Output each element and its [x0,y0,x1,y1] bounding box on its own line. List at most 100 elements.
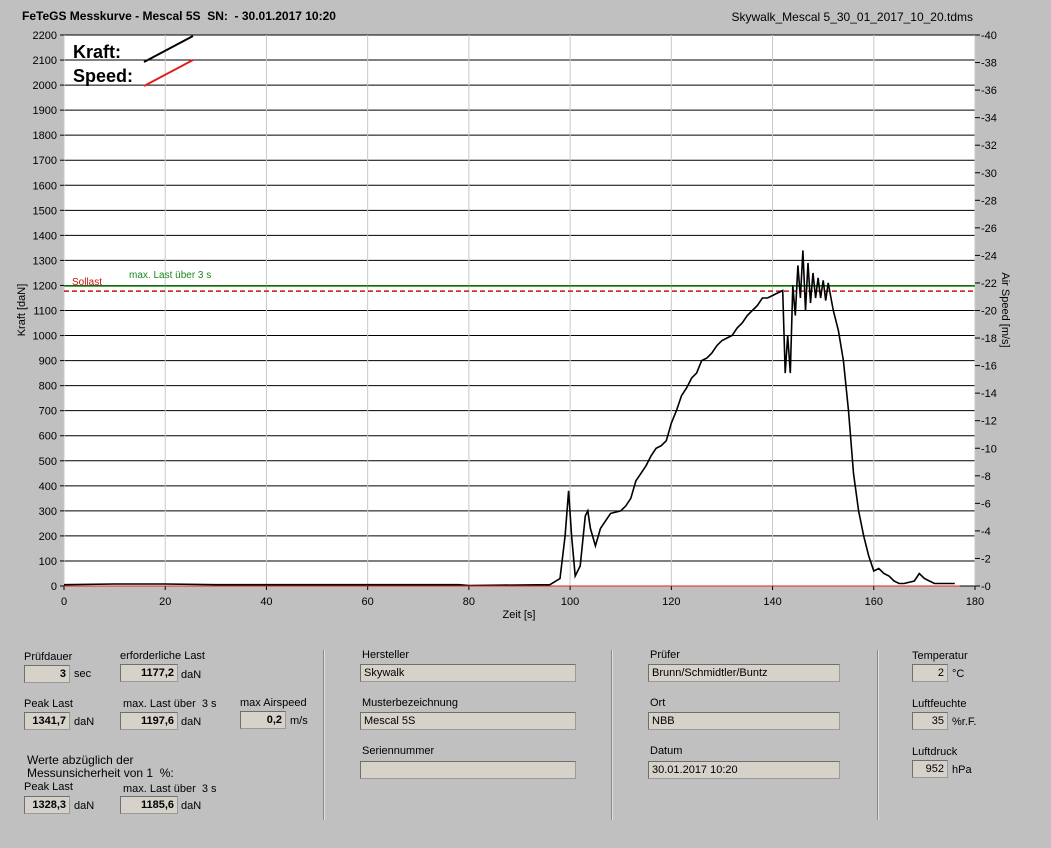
temperatur-label: Temperatur [912,650,968,662]
y-tick-label: 1700 [33,155,57,167]
peak-last-field[interactable]: 1341,7 [24,712,70,730]
panel-separator [877,650,879,820]
y2-tick-label: -8 [981,471,991,483]
x-tick-label: 140 [763,596,781,608]
y-tick-label: 1300 [33,255,57,267]
pruefdauer-field[interactable]: 3 [24,665,70,683]
y2-tick-label: -28 [981,195,997,207]
max-last-field[interactable]: 1197,6 [120,712,178,730]
y-tick-label: 0 [51,581,57,593]
temperatur-field[interactable]: 2 [912,664,948,682]
y-tick-label: 1500 [33,205,57,217]
peak-last-2-unit: daN [74,800,95,812]
max-airspeed-field[interactable]: 0,2 [240,711,286,729]
y2-tick-label: -2 [981,553,991,565]
y-tick-label: 1400 [33,230,57,242]
y2-tick-label: -36 [981,85,997,97]
y2-tick-label: -6 [981,498,991,510]
ort-field[interactable]: NBB [648,712,840,730]
y-tick-label: 100 [39,556,57,568]
pruefdauer-unit: sec [74,668,92,680]
y-tick-label: 300 [39,506,57,518]
panel-separator [611,650,613,820]
hersteller-field[interactable]: Skywalk [360,664,576,682]
muster-label: Musterbezeichnung [362,697,459,709]
x-tick-label: 120 [662,596,680,608]
y-tick-label: 900 [39,356,57,368]
y-tick-label: 1200 [33,280,57,292]
max-last-label: max. Last über 3 s [123,698,217,710]
y-tick-label: 200 [39,531,57,543]
y2-tick-label: -10 [981,443,997,455]
y2-tick-label: -12 [981,416,997,428]
y2-tick-label: -22 [981,278,997,290]
luftfeuchte-field[interactable]: 35 [912,712,948,730]
luftfeuchte-unit: %r.F. [952,716,977,728]
y-tick-label: 800 [39,381,57,393]
y2-tick-label: -40 [981,30,997,42]
y2-tick-label: -4 [981,526,991,538]
x-tick-label: 20 [159,596,171,608]
luftdruck-unit: hPa [952,764,972,776]
datum-field[interactable]: 30.01.2017 10:20 [648,761,840,779]
x-tick-label: 40 [260,596,272,608]
muster-field[interactable]: Mescal 5S [360,712,576,730]
y-tick-label: 2100 [33,55,57,67]
pruefer-field[interactable]: Brunn/Schmidtler/Buntz [648,664,840,682]
y2-tick-label: -38 [981,58,997,70]
x-tick-label: 60 [362,596,374,608]
y-tick-label: 1600 [33,180,57,192]
erf-last-unit: daN [181,669,202,681]
y2-tick-label: -14 [981,388,997,400]
y-tick-label: 500 [39,456,57,468]
y2-axis-label: Air Speed [m/s] [999,272,1011,347]
pruefer-label: Prüfer [650,649,680,661]
y-axis-ticks: 0 100 200 300 400 500 600 700 800 900 1000 1100 1200… [33,30,64,593]
y2-tick-label: -20 [981,306,997,318]
max-airspeed-unit: m/s [290,715,308,727]
max-last-unit: daN [181,716,202,728]
luftdruck-field[interactable]: 952 [912,760,948,778]
werte-note: Werte abzüglich der Messunsicherheit von… [27,753,174,780]
force-speed-chart: 0 20 40 60 80 100 120 140 160 180 0 100 200 300 400 50… [16,30,1011,621]
serien-field[interactable] [360,761,576,779]
y2-tick-label: -16 [981,361,997,373]
y2-tick-label: -32 [981,140,997,152]
luftdruck-label: Luftdruck [912,746,958,758]
y-tick-label: 2200 [33,30,57,42]
y2-tick-label: -26 [981,223,997,235]
y2-tick-label: -0 [981,581,991,593]
y2-tick-label: -30 [981,168,997,180]
datum-label: Datum [650,745,683,757]
y2-axis-ticks: -0 -2 -4 -6 -8 -10 -12 -14 -16 -18 -20 -22 -24 -26 -28… [975,30,997,593]
y-axis-label: Kraft [daN] [16,284,28,337]
erf-last-field[interactable]: 1177,2 [120,664,178,682]
panel-separator [323,650,325,820]
hersteller-label: Hersteller [362,649,410,661]
y-tick-label: 600 [39,431,57,443]
peak-last-2-label: Peak Last [24,781,73,793]
temperatur-unit: °C [952,668,965,680]
legend-label: Speed: [73,66,133,86]
x-axis-ticks: 0 20 40 60 80 100 120 140 160 180 [61,586,984,608]
target-load-label: Sollast [72,277,102,288]
x-tick-label: 160 [865,596,883,608]
peak-last-label: Peak Last [24,698,73,710]
y2-tick-label: -18 [981,333,997,345]
erf-last-label: erforderliche Last [120,650,205,662]
serien-label: Seriennummer [362,745,435,757]
y-tick-label: 400 [39,481,57,493]
y-tick-label: 1800 [33,130,57,142]
y-tick-label: 2000 [33,80,57,92]
y-tick-label: 700 [39,406,57,418]
x-axis-label: Zeit [s] [502,609,535,621]
x-tick-label: 0 [61,596,67,608]
pruefdauer-label: Prüfdauer [24,651,73,663]
peak-last-2-field[interactable]: 1328,3 [24,796,70,814]
luftfeuchte-label: Luftfeuchte [912,698,967,710]
y-tick-label: 1100 [33,306,57,318]
max-last-2-field[interactable]: 1185,6 [120,796,178,814]
y-tick-label: 1000 [33,331,57,343]
x-tick-label: 80 [463,596,475,608]
y2-tick-label: -24 [981,250,997,262]
